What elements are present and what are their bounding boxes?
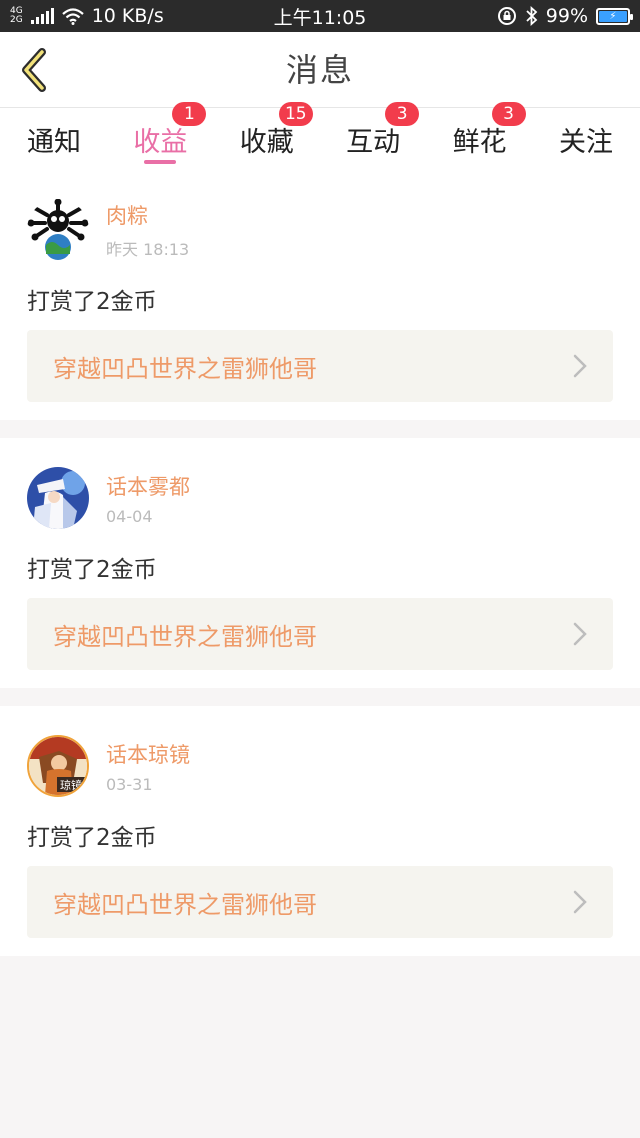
card-spacer <box>27 402 613 420</box>
book-title: 穿越凹凸世界之雷狮他哥 <box>53 890 317 919</box>
tab-interactions[interactable]: 互动 3 <box>335 102 420 170</box>
avatar[interactable] <box>27 199 89 261</box>
avatar-image: 琼镜 <box>29 737 87 795</box>
message-header: 肉粽 昨天 18:13 <box>27 170 613 262</box>
tab-label: 通知 <box>27 126 81 158</box>
message-text: 打赏了2金币 <box>27 289 157 315</box>
message-time: 昨天 18:13 <box>106 240 190 259</box>
status-right: 99% ⚡ <box>497 5 633 27</box>
user-name[interactable]: 肉粽 <box>106 200 189 230</box>
tab-badge: 1 <box>172 102 207 126</box>
message-time: 03-31 <box>106 774 153 794</box>
signal-icon <box>30 8 54 24</box>
tab-notifications[interactable]: 通知 <box>16 108 92 170</box>
book-link[interactable]: 穿越凹凸世界之雷狮他哥 <box>27 866 613 938</box>
status-bar: 4G 2G 10 KB/s 上午11:05 99% ⚡ <box>0 0 640 32</box>
wifi-icon <box>61 7 84 25</box>
message-meta: 话本琼镜 03-31 <box>106 739 190 794</box>
message-header: 琼镜 话本琼镜 03-31 <box>27 706 613 798</box>
message-header: 话本雾都 04-04 <box>27 438 613 530</box>
network-type-bottom: 2G <box>10 15 23 25</box>
book-link[interactable]: 穿越凹凸世界之雷狮他哥 <box>27 598 613 670</box>
user-name[interactable]: 话本琼镜 <box>106 739 190 769</box>
tab-label: 互动 <box>346 126 401 158</box>
chevron-right-icon <box>573 622 587 646</box>
user-name[interactable]: 话本雾都 <box>106 471 190 501</box>
chevron-right-icon <box>573 890 587 914</box>
battery-percent: 99% <box>545 5 588 27</box>
message-list: 肉粽 昨天 18:13 打赏了2金币 穿越凹凸世界之雷狮他哥 话本雾都 04-0… <box>0 170 640 956</box>
rotation-lock-icon <box>497 7 516 25</box>
tab-follow[interactable]: 关注 <box>548 108 624 170</box>
header: 消息 <box>0 32 640 108</box>
back-button[interactable] <box>14 48 54 92</box>
network-speed: 10 KB/s <box>91 5 164 27</box>
battery-icon: ⚡ <box>596 7 633 25</box>
chevron-left-icon <box>22 48 46 92</box>
message-meta: 肉粽 昨天 18:13 <box>106 200 189 260</box>
book-link[interactable]: 穿越凹凸世界之雷狮他哥 <box>27 330 613 402</box>
message-card: 话本雾都 04-04 打赏了2金币 穿越凹凸世界之雷狮他哥 <box>0 438 640 688</box>
avatar[interactable] <box>27 467 89 529</box>
chevron-right-icon <box>573 354 587 378</box>
tab-badge: 15 <box>278 102 313 126</box>
book-title: 穿越凹凸世界之雷狮他哥 <box>53 622 317 651</box>
message-text: 打赏了2金币 <box>27 825 157 851</box>
tab-label: 收藏 <box>239 126 294 158</box>
status-left: 4G 2G 10 KB/s <box>10 5 164 27</box>
network-type: 4G 2G <box>10 7 23 25</box>
avatar-image <box>27 199 89 261</box>
tab-flowers[interactable]: 鲜花 3 <box>442 102 526 170</box>
avatar[interactable]: 琼镜 <box>27 735 89 797</box>
tab-label: 关注 <box>558 126 613 158</box>
message-time: 04-04 <box>106 506 153 526</box>
message-card: 琼镜 话本琼镜 03-31 打赏了2金币 穿越凹凸世界之雷狮他哥 <box>0 706 640 956</box>
message-text: 打赏了2金币 <box>27 557 157 583</box>
tab-earnings[interactable]: 收益 1 <box>122 102 207 170</box>
message-card: 肉粽 昨天 18:13 打赏了2金币 穿越凹凸世界之雷狮他哥 <box>0 170 640 420</box>
tab-label: 鲜花 <box>452 126 507 158</box>
card-spacer <box>27 938 613 956</box>
bluetooth-icon <box>526 6 538 26</box>
tab-favorites[interactable]: 收藏 15 <box>229 102 313 170</box>
tab-badge: 3 <box>385 102 420 126</box>
tab-badge: 3 <box>491 102 526 126</box>
page-title: 消息 <box>285 51 354 89</box>
message-meta: 话本雾都 04-04 <box>106 471 190 526</box>
book-title: 穿越凹凸世界之雷狮他哥 <box>53 354 317 383</box>
avatar-image <box>27 467 89 529</box>
card-spacer <box>27 670 613 688</box>
avatar-label: 琼镜 <box>60 778 82 792</box>
tab-bar: 通知 收益 1 收藏 15 互动 3 鲜花 3 关注 <box>0 102 640 170</box>
